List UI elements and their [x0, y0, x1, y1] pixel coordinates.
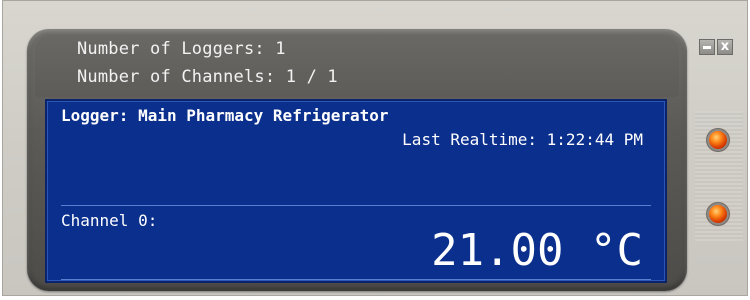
channels-count-text: Number of Channels: 1 / 1: [77, 67, 338, 87]
status-led-icon: [709, 131, 727, 149]
logger-monitor-widget: Number of Loggers: 1 Number of Channels:…: [2, 0, 748, 296]
temperature-reading: 21.00 °C: [431, 225, 643, 276]
divider: [61, 205, 651, 206]
minimize-button[interactable]: [699, 39, 715, 55]
side-panel: x: [691, 31, 747, 293]
divider: [61, 279, 651, 280]
summary-panel: Number of Loggers: 1 Number of Channels:…: [35, 35, 679, 97]
display-bezel: Number of Loggers: 1 Number of Channels:…: [27, 29, 687, 291]
channel-label: Channel 0:: [61, 211, 158, 230]
logger-display-screen: Logger: Main Pharmacy Refrigerator Last …: [45, 99, 667, 283]
minimize-icon: [703, 46, 711, 49]
status-led-icon: [709, 205, 727, 223]
close-icon: x: [720, 39, 730, 54]
close-button[interactable]: x: [717, 39, 733, 55]
last-realtime-text: Last Realtime: 1:22:44 PM: [402, 130, 643, 149]
loggers-count-text: Number of Loggers: 1: [77, 39, 286, 59]
logger-name: Logger: Main Pharmacy Refrigerator: [61, 106, 389, 125]
